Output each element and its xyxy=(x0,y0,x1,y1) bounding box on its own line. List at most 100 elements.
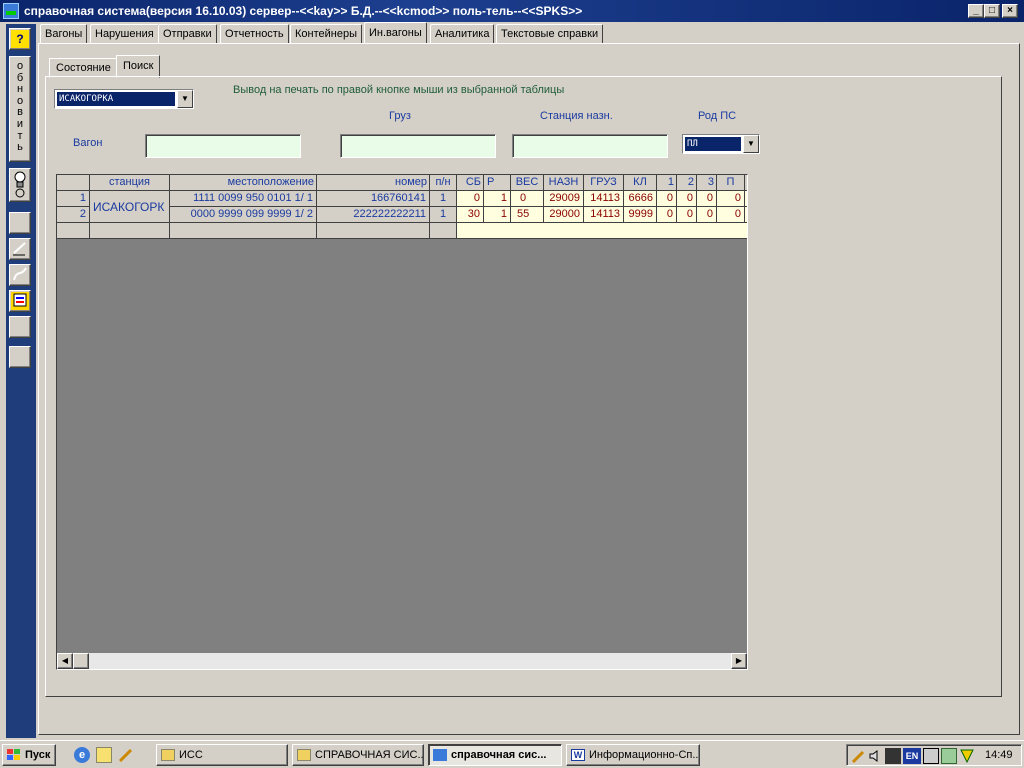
column-header[interactable]: НАЗН xyxy=(544,175,584,191)
row-number[interactable]: 1 xyxy=(57,191,90,207)
column-header[interactable]: номер xyxy=(317,175,430,191)
pen-icon[interactable] xyxy=(9,238,31,260)
network-icon[interactable] xyxy=(941,748,957,764)
tab-tekstovye-spravki[interactable]: Текстовые справки xyxy=(496,24,604,44)
kl-cell[interactable]: 6666 xyxy=(624,191,657,207)
cargo-field[interactable] xyxy=(340,134,496,158)
weight-cell[interactable]: 55 xyxy=(511,207,544,223)
window-title: справочная система(версия 16.10.03) серв… xyxy=(24,4,583,18)
kl-cell[interactable]: 9999 xyxy=(624,207,657,223)
column-header[interactable]: Р xyxy=(484,175,511,191)
pn-cell[interactable]: 1 xyxy=(430,191,457,207)
tab-poisk[interactable]: Поиск xyxy=(116,55,161,78)
tab-otchetnost[interactable]: Отчетность xyxy=(220,24,289,44)
tab-sostoyanie[interactable]: Состояние xyxy=(49,58,118,78)
taskbar-item[interactable]: СПРАВОЧНАЯ СИС... xyxy=(292,744,424,766)
p-cell[interactable]: 0 xyxy=(717,191,745,207)
taskbar-item[interactable]: W Информационно-Сп... xyxy=(566,744,700,766)
monitor-icon[interactable] xyxy=(923,748,939,764)
row-number[interactable]: 2 xyxy=(57,207,90,223)
tab-narusheniya[interactable]: Нарушения xyxy=(90,24,159,44)
column-header[interactable]: ВЕС xyxy=(511,175,544,191)
horizontal-scrollbar[interactable]: ◀ ▶ xyxy=(57,653,747,669)
taskbar-item-active[interactable]: справочная сис... xyxy=(428,744,562,766)
chevron-down-icon[interactable]: ▼ xyxy=(743,135,759,153)
station-select[interactable]: ИСАКОГОРКА ▼ xyxy=(54,89,194,109)
column-header[interactable]: СБ xyxy=(457,175,484,191)
col3-cell[interactable]: 0 xyxy=(697,207,717,223)
sb-cell[interactable]: 0 xyxy=(457,191,484,207)
dest-cell[interactable]: 29009 xyxy=(544,191,584,207)
wagon-field[interactable] xyxy=(145,134,301,158)
keyboard-icon[interactable] xyxy=(885,748,901,764)
column-header[interactable]: 3 xyxy=(697,175,717,191)
title-bar: справочная система(версия 16.10.03) серв… xyxy=(0,0,1024,22)
pen-icon[interactable] xyxy=(118,747,134,763)
tab-otpravki[interactable]: Отправки xyxy=(158,24,217,44)
scroll-right-icon[interactable]: ▶ xyxy=(731,653,747,669)
pn-cell[interactable]: 1 xyxy=(430,207,457,223)
column-header[interactable]: П xyxy=(717,175,745,191)
close-button[interactable]: × xyxy=(1002,4,1018,18)
column-header[interactable]: КЛ xyxy=(624,175,657,191)
desktop-icon[interactable] xyxy=(96,747,112,763)
col2-cell[interactable]: 0 xyxy=(677,191,697,207)
plug-icon[interactable] xyxy=(851,748,867,764)
ie-icon[interactable]: e xyxy=(74,747,90,763)
empty-data-row[interactable] xyxy=(457,223,747,239)
col3-cell[interactable]: 0 xyxy=(697,191,717,207)
rod-ps-select[interactable]: ПЛ ▼ xyxy=(682,134,760,154)
p-cell[interactable]: 0 xyxy=(717,207,745,223)
pn-cell[interactable] xyxy=(430,223,457,239)
weight-cell[interactable]: 0 xyxy=(511,191,544,207)
minimize-button[interactable]: _ xyxy=(968,4,984,18)
speaker-icon[interactable] xyxy=(867,748,883,764)
col1-cell[interactable]: 0 xyxy=(657,207,677,223)
results-table[interactable]: станция местоположение номер п/н СБ Р ВЕ… xyxy=(56,174,748,670)
dest-cell[interactable]: 29000 xyxy=(544,207,584,223)
blank-tool-button[interactable] xyxy=(9,316,31,338)
taskbar-item[interactable]: ИСС xyxy=(156,744,288,766)
column-header[interactable]: 2 xyxy=(677,175,697,191)
location-cell[interactable]: 1111 0099 950 0101 1/ 1 xyxy=(170,191,317,207)
language-indicator[interactable]: EN xyxy=(903,748,921,764)
location-cell[interactable] xyxy=(170,223,317,239)
sb-cell[interactable]: 30 xyxy=(457,207,484,223)
col1-cell[interactable]: 0 xyxy=(657,191,677,207)
tab-vagony[interactable]: Вагоны xyxy=(40,24,88,44)
column-header[interactable]: станция xyxy=(90,175,170,191)
blank-tool-button[interactable] xyxy=(9,346,31,368)
column-header[interactable]: ГРУЗ xyxy=(584,175,624,191)
col2-cell[interactable]: 0 xyxy=(677,207,697,223)
cards-icon[interactable] xyxy=(9,290,31,312)
cargo-cell[interactable]: 14113 xyxy=(584,207,624,223)
station-cell[interactable]: ИСАКОГОРК xyxy=(90,191,170,223)
row-number[interactable] xyxy=(57,223,90,239)
column-header[interactable]: 1 xyxy=(657,175,677,191)
curve-icon[interactable] xyxy=(9,264,31,286)
r-cell[interactable]: 1 xyxy=(484,207,511,223)
tab-konteynery[interactable]: Контейнеры xyxy=(290,24,362,44)
location-cell[interactable]: 0000 9999 099 9999 1/ 2 xyxy=(170,207,317,223)
cargo-cell[interactable]: 14113 xyxy=(584,191,624,207)
column-header[interactable]: п/н xyxy=(430,175,457,191)
number-cell[interactable]: 166760141 xyxy=(317,191,430,207)
number-cell[interactable]: 222222222211 xyxy=(317,207,430,223)
help-button[interactable]: ? xyxy=(9,28,31,50)
r-cell[interactable]: 1 xyxy=(484,191,511,207)
blank-tool-button[interactable] xyxy=(9,212,31,234)
chevron-down-icon[interactable]: ▼ xyxy=(177,90,193,108)
number-cell[interactable] xyxy=(317,223,430,239)
refresh-button[interactable]: о б н о в и т ь xyxy=(9,56,31,162)
antivirus-icon[interactable] xyxy=(959,748,975,764)
maximize-button[interactable]: □ xyxy=(984,4,1000,18)
tab-analitika[interactable]: Аналитика xyxy=(430,24,495,44)
station-cell[interactable] xyxy=(90,223,170,239)
scroll-thumb[interactable] xyxy=(73,653,89,669)
tab-in-vagony[interactable]: Ин.вагоны xyxy=(364,22,427,44)
lamp-icon[interactable] xyxy=(9,168,31,202)
scroll-left-icon[interactable]: ◀ xyxy=(57,653,73,669)
start-button[interactable]: Пуск xyxy=(2,744,56,766)
column-header[interactable]: местоположение xyxy=(170,175,317,191)
dest-station-field[interactable] xyxy=(512,134,668,158)
